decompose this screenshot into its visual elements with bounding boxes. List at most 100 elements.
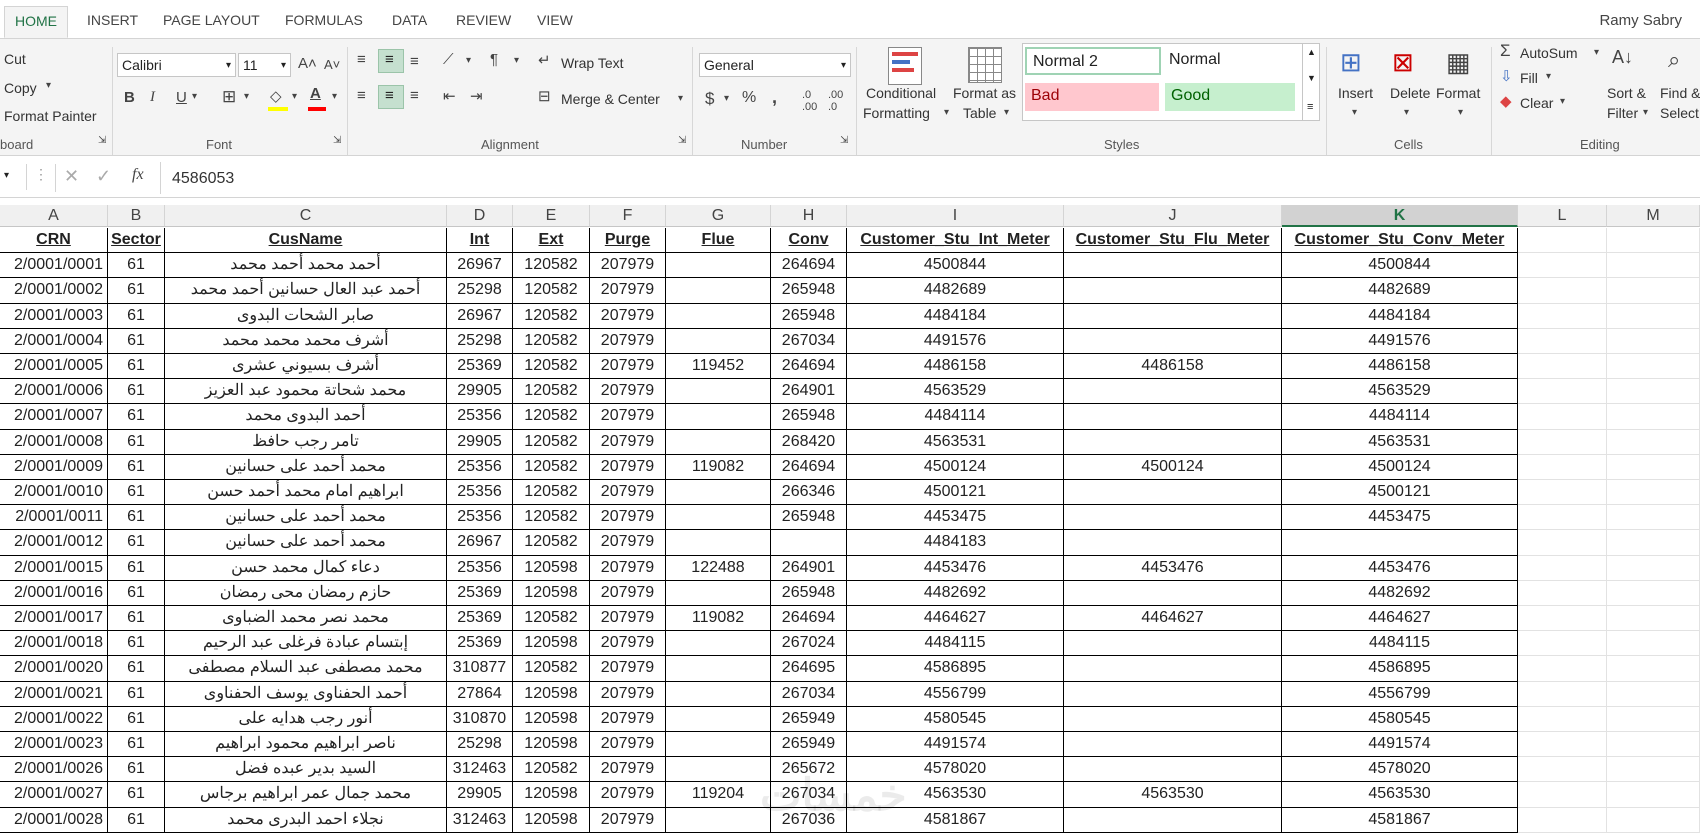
chevron-down-icon[interactable]: ▾ [244,91,249,102]
table-cell[interactable]: 4556799 [1282,682,1518,707]
table-cell[interactable]: 61 [108,530,165,556]
column-header[interactable]: C [165,205,447,227]
table-cell[interactable] [666,480,771,505]
table-cell[interactable]: 264694 [771,253,847,278]
sort-filter-label-2[interactable]: Filter [1607,105,1638,121]
style-bad[interactable]: Bad [1025,83,1159,111]
cell[interactable] [1518,278,1607,304]
table-cell[interactable]: 207979 [590,278,666,304]
cell[interactable] [1607,278,1700,304]
table-cell[interactable]: 207979 [590,430,666,455]
cell[interactable] [1607,455,1700,480]
table-cell[interactable]: 207979 [590,379,666,404]
table-cell[interactable]: دعاء كمال محمد حسن [165,556,447,581]
chevron-down-icon[interactable]: ▾ [1458,107,1463,118]
clear-button[interactable]: Clear [1520,95,1553,111]
table-cell[interactable]: 25356 [447,404,513,430]
bold-icon[interactable]: B [124,89,135,106]
table-cell[interactable]: 119082 [666,455,771,480]
format-cells-icon[interactable]: ▦ [1446,47,1471,78]
table-cell[interactable]: 4500844 [847,253,1064,278]
table-cell[interactable]: 266346 [771,480,847,505]
header-cell[interactable]: Ext [513,228,590,253]
table-cell[interactable]: 119204 [666,782,771,808]
format-as-table-label-2[interactable]: Table [963,105,996,121]
table-cell[interactable]: 4484184 [1282,304,1518,329]
table-cell[interactable]: 310870 [447,707,513,732]
table-cell[interactable]: 120582 [513,404,590,430]
table-cell[interactable]: حازم رمضان محى رمضان [165,581,447,606]
sort-filter-label-1[interactable]: Sort & [1607,85,1646,101]
merge-center-icon[interactable]: ⊟ [538,87,551,105]
header-cell[interactable]: Int [447,228,513,253]
table-cell[interactable]: 25356 [447,480,513,505]
insert-cells-button[interactable]: Insert [1338,85,1373,101]
cell[interactable] [1607,304,1700,329]
chevron-down-icon[interactable]: ▾ [466,55,471,66]
cell[interactable] [1607,707,1700,732]
fill-icon[interactable]: ⇩ [1500,67,1513,85]
table-cell[interactable] [666,808,771,833]
table-cell[interactable]: 4464627 [1282,606,1518,631]
table-cell[interactable]: محمد أحمد على حسانين [165,505,447,530]
header-cell[interactable]: Customer_Stu_Conv_Meter [1282,228,1518,253]
increase-indent-icon[interactable]: ⇥ [470,87,483,105]
table-cell[interactable] [666,581,771,606]
delete-cells-icon[interactable]: ⊠ [1392,47,1414,78]
table-cell[interactable]: 207979 [590,253,666,278]
table-cell[interactable]: 4563529 [847,379,1064,404]
table-cell[interactable]: 265948 [771,505,847,530]
table-cell[interactable]: 61 [108,656,165,682]
cell[interactable] [1518,682,1607,707]
currency-icon[interactable]: $ [705,89,714,109]
table-cell[interactable]: 4482692 [847,581,1064,606]
table-cell[interactable]: 120582 [513,430,590,455]
table-cell[interactable]: أنور رجب هدايه على [165,707,447,732]
table-cell[interactable] [666,329,771,354]
table-cell[interactable]: تامر رجب حافظ [165,430,447,455]
sort-filter-icon[interactable]: A↓ [1612,47,1633,68]
table-cell[interactable]: 61 [108,480,165,505]
table-cell[interactable]: 4500121 [1282,480,1518,505]
table-cell[interactable]: 265948 [771,278,847,304]
chevron-down-icon[interactable]: ▾ [1560,96,1565,107]
table-cell[interactable]: 2/0001/0018 [0,631,108,656]
user-name[interactable]: Ramy Sabry [1599,12,1682,29]
cell[interactable] [1518,329,1607,354]
table-cell[interactable]: 61 [108,379,165,404]
chevron-down-icon[interactable]: ▾ [1546,71,1551,82]
table-cell[interactable]: 120582 [513,606,590,631]
table-cell[interactable]: 61 [108,782,165,808]
table-cell[interactable]: 61 [108,732,165,757]
insert-function-icon[interactable]: fx [132,166,144,184]
column-header[interactable]: L [1518,205,1607,227]
table-cell[interactable] [1064,505,1282,530]
table-cell[interactable]: 4486158 [847,354,1064,379]
table-cell[interactable]: 26967 [447,253,513,278]
table-cell[interactable]: 207979 [590,732,666,757]
column-header[interactable]: B [108,205,165,227]
table-cell[interactable] [666,505,771,530]
table-cell[interactable]: 120598 [513,782,590,808]
table-cell[interactable]: 61 [108,707,165,732]
cell[interactable] [1518,404,1607,430]
table-cell[interactable]: 4453476 [1064,556,1282,581]
delete-cells-button[interactable]: Delete [1390,85,1430,101]
font-name-select[interactable]: Calibri ▾ [117,53,236,77]
table-cell[interactable]: محمد نصر محمد الضباوى [165,606,447,631]
table-cell[interactable]: 26967 [447,304,513,329]
table-cell[interactable]: ناصر ابراهيم محمود ابراهيم [165,732,447,757]
table-cell[interactable] [666,682,771,707]
table-cell[interactable]: 120582 [513,455,590,480]
fill-button[interactable]: Fill [1520,70,1538,86]
table-cell[interactable]: 120582 [513,505,590,530]
table-cell[interactable]: 120598 [513,732,590,757]
table-cell[interactable] [666,430,771,455]
table-cell[interactable]: 2/0001/0021 [0,682,108,707]
table-cell[interactable]: 207979 [590,530,666,556]
table-cell[interactable]: 4581867 [1282,808,1518,833]
table-cell[interactable]: 4491576 [1282,329,1518,354]
table-cell[interactable]: 122488 [666,556,771,581]
column-header[interactable]: E [513,205,590,227]
table-cell[interactable]: 4491576 [847,329,1064,354]
